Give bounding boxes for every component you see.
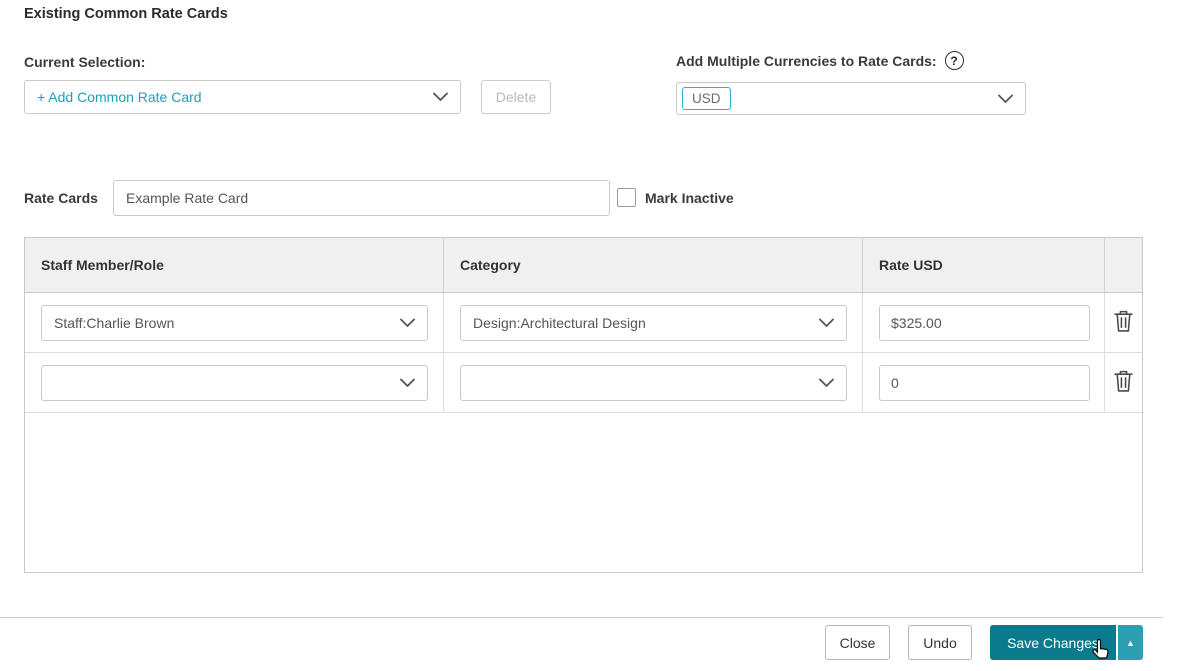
chevron-down-icon	[400, 378, 415, 387]
multi-currency-label-row: Add Multiple Currencies to Rate Cards: ?	[676, 51, 964, 70]
common-rate-card-dropdown-value: + Add Common Rate Card	[37, 89, 202, 105]
rate-cards-panel: Existing Common Rate Cards Current Selec…	[0, 0, 1196, 671]
rate-input[interactable]	[879, 304, 1090, 341]
rate-cell	[863, 353, 1105, 412]
help-icon[interactable]: ?	[944, 51, 964, 70]
table-header-row: Staff Member/Role Category Rate USD	[25, 238, 1142, 293]
mark-inactive-label: Mark Inactive	[645, 190, 734, 206]
currency-chip: USD	[682, 87, 731, 110]
close-button[interactable]: Close	[825, 625, 890, 660]
staff-dropdown-value: Staff:Charlie Brown	[54, 314, 175, 331]
undo-button[interactable]: Undo	[908, 625, 972, 660]
chevron-down-icon	[819, 318, 834, 327]
category-dropdown[interactable]: Design:Architectural Design	[460, 304, 847, 341]
current-selection-label: Current Selection:	[24, 54, 146, 70]
staff-dropdown[interactable]	[41, 364, 428, 401]
multi-currency-label: Add Multiple Currencies to Rate Cards:	[676, 52, 937, 69]
rate-input[interactable]	[879, 364, 1090, 401]
chevron-down-icon	[819, 378, 834, 387]
header-category: Category	[444, 238, 863, 292]
common-rate-card-dropdown[interactable]: + Add Common Rate Card	[24, 80, 461, 114]
chevron-down-icon	[998, 94, 1013, 103]
staff-dropdown[interactable]: Staff:Charlie Brown	[41, 304, 428, 341]
page-title: Existing Common Rate Cards	[24, 6, 228, 22]
delete-row-button[interactable]	[1109, 305, 1138, 340]
rate-card-table: Staff Member/Role Category Rate USD Staf…	[24, 237, 1143, 573]
chevron-down-icon	[433, 92, 448, 102]
table-row: Staff:Charlie Brown Design:Architectural…	[25, 293, 1142, 353]
mark-inactive-checkbox[interactable]	[617, 188, 636, 207]
rate-cards-label: Rate Cards	[24, 190, 98, 206]
save-options-button[interactable]: ▲	[1118, 625, 1143, 660]
trash-icon	[1113, 309, 1134, 336]
category-cell: Design:Architectural Design	[444, 293, 863, 352]
delete-row-button[interactable]	[1109, 365, 1138, 400]
currency-dropdown[interactable]: USD	[676, 82, 1026, 115]
staff-cell: Staff:Charlie Brown	[25, 293, 444, 352]
footer-divider	[0, 617, 1163, 618]
actions-cell	[1105, 293, 1142, 352]
actions-cell	[1105, 353, 1142, 412]
caret-up-icon: ▲	[1126, 637, 1135, 648]
delete-button[interactable]: Delete	[481, 80, 551, 114]
header-staff-member-role: Staff Member/Role	[25, 238, 444, 292]
trash-icon	[1113, 369, 1134, 396]
rate-cell	[863, 293, 1105, 352]
category-dropdown-value: Design:Architectural Design	[473, 314, 646, 331]
header-rate-usd: Rate USD	[863, 238, 1105, 292]
category-dropdown[interactable]	[460, 364, 847, 401]
header-actions	[1105, 238, 1142, 292]
save-changes-button[interactable]: Save Changes	[990, 625, 1116, 660]
staff-cell	[25, 353, 444, 412]
category-cell	[444, 353, 863, 412]
rate-card-name-input[interactable]	[113, 180, 610, 216]
chevron-down-icon	[400, 318, 415, 327]
table-row	[25, 353, 1142, 413]
